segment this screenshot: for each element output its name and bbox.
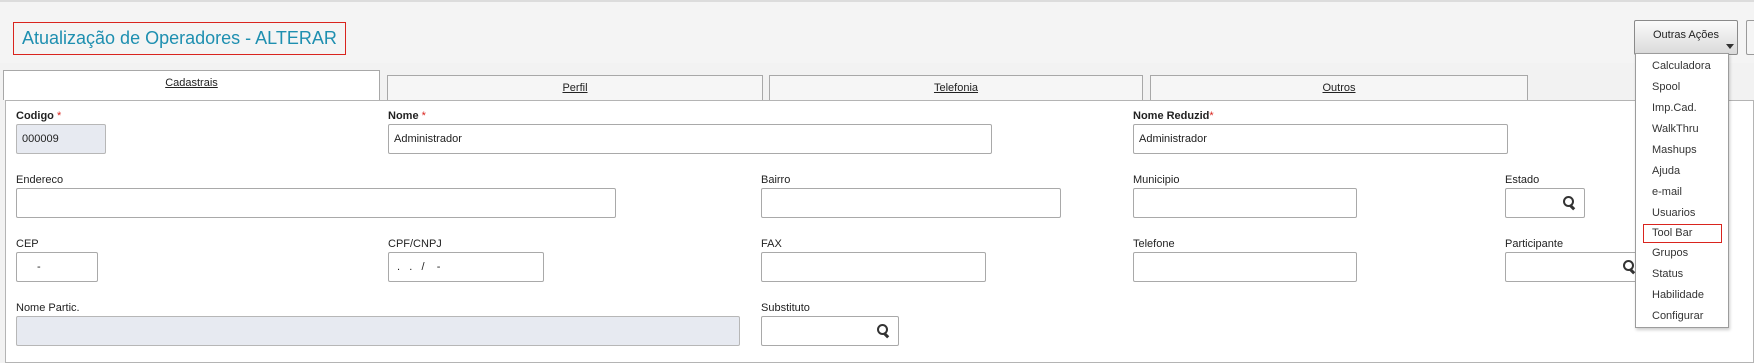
endereco-field[interactable]: [16, 188, 616, 218]
cpf-cnpj-field[interactable]: [388, 252, 544, 282]
tab-cadastrais[interactable]: Cadastrais: [3, 70, 380, 100]
menu-item-grupos[interactable]: Grupos: [1636, 243, 1728, 264]
form-panel: Codigo * Nome * Nome Reduzid* Endereco B…: [5, 100, 1754, 363]
nome-partic-field[interactable]: [16, 316, 740, 346]
bairro-field[interactable]: [761, 188, 1061, 218]
next-button-edge[interactable]: [1746, 20, 1754, 55]
menu-item-habilidade[interactable]: Habilidade: [1636, 285, 1728, 306]
menu-item-usuarios[interactable]: Usuarios: [1636, 203, 1728, 224]
menu-item-ajuda[interactable]: Ajuda: [1636, 161, 1728, 182]
nome-reduzido-label-text: Nome Reduzid: [1133, 110, 1210, 122]
nome-reduzido-field[interactable]: [1133, 124, 1508, 154]
outras-acoes-button[interactable]: Outras Ações: [1634, 20, 1738, 55]
menu-item-configurar[interactable]: Configurar: [1636, 306, 1728, 327]
substituto-label: Substituto: [761, 302, 810, 314]
substituto-search-icon[interactable]: [877, 324, 891, 338]
telefone-field[interactable]: [1133, 252, 1357, 282]
menu-item-spool[interactable]: Spool: [1636, 77, 1728, 98]
page-title: Atualização de Operadores - ALTERAR: [13, 22, 346, 55]
estado-search-icon[interactable]: [1563, 196, 1577, 210]
municipio-label: Municipio: [1133, 174, 1180, 186]
required-mark: *: [1209, 110, 1214, 122]
tab-outros-label: Outros: [1322, 82, 1356, 94]
nome-partic-label: Nome Partic.: [16, 302, 80, 314]
cpf-cnpj-label: CPF/CNPJ: [388, 238, 442, 250]
fax-field[interactable]: [761, 252, 986, 282]
fax-label: FAX: [761, 238, 782, 250]
tab-cadastrais-label: Cadastrais: [165, 77, 218, 89]
tab-outros[interactable]: Outros: [1150, 75, 1528, 101]
nome-label-text: Nome: [388, 110, 419, 122]
menu-item-status[interactable]: Status: [1636, 264, 1728, 285]
municipio-field[interactable]: [1133, 188, 1357, 218]
header-bar: Atualização de Operadores - ALTERAR Outr…: [0, 0, 1754, 63]
tab-perfil[interactable]: Perfil: [387, 75, 763, 101]
menu-item-walkthru[interactable]: WalkThru: [1636, 119, 1728, 140]
required-mark: *: [56, 110, 62, 122]
nome-reduzido-label: Nome Reduzid*: [1133, 110, 1214, 122]
codigo-field[interactable]: [16, 124, 106, 154]
menu-item-e-mail[interactable]: e-mail: [1636, 182, 1728, 203]
nome-field[interactable]: [388, 124, 992, 154]
participante-search-icon[interactable]: [1623, 260, 1637, 274]
tab-telefonia[interactable]: Telefonia: [769, 75, 1143, 101]
bairro-label: Bairro: [761, 174, 791, 186]
outras-acoes-label: Outras Ações: [1652, 28, 1720, 41]
required-mark: *: [421, 110, 426, 122]
menu-item-imp-cad[interactable]: Imp.Cad.: [1636, 98, 1728, 119]
participante-label: Participante: [1505, 238, 1564, 250]
menu-item-calculadora[interactable]: Calculadora: [1636, 56, 1728, 77]
nome-label: Nome *: [388, 110, 426, 122]
tab-telefonia-label: Telefonia: [933, 82, 979, 94]
outras-acoes-menu: Calculadora Spool Imp.Cad. WalkThru Mash…: [1635, 53, 1729, 328]
telefone-label: Telefone: [1133, 238, 1175, 250]
codigo-label: Codigo *: [16, 110, 61, 122]
endereco-label: Endereco: [16, 174, 64, 186]
cep-field[interactable]: [16, 252, 98, 282]
estado-label: Estado: [1505, 174, 1540, 186]
tab-perfil-label: Perfil: [562, 82, 588, 94]
triangle-down-icon: [1726, 44, 1734, 49]
cep-label: CEP: [16, 238, 39, 250]
menu-item-tool-bar[interactable]: Tool Bar: [1643, 224, 1722, 243]
menu-item-mashups[interactable]: Mashups: [1636, 140, 1728, 161]
codigo-label-text: Codigo: [16, 110, 54, 122]
